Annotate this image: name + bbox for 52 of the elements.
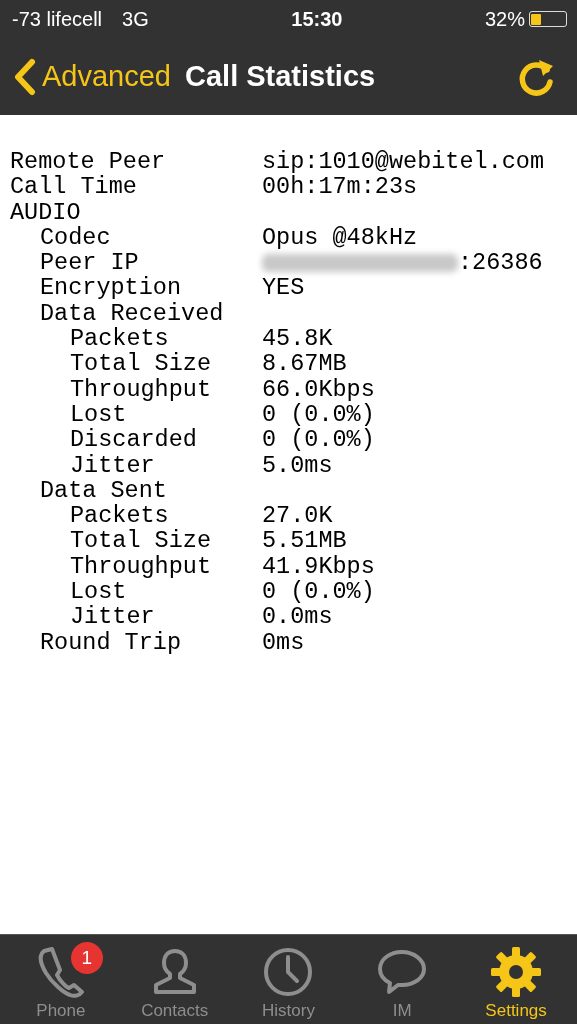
stat-label: Total Size <box>69 527 213 555</box>
stat-value: 00h:17m:23s <box>262 173 418 201</box>
tab-bar-item[interactable]: Settings <box>466 935 567 1024</box>
stat-label: Total Size <box>69 350 213 378</box>
stat-value: 8.67MB <box>262 350 347 378</box>
stat-label: Packets <box>69 325 169 353</box>
tab-bar-item[interactable]: Phone 1 <box>10 935 111 1024</box>
stat-value: 0 (0.0%) <box>262 400 375 428</box>
stat-value: 45.8K <box>262 325 333 353</box>
stat-value: 66.0Kbps <box>262 375 375 403</box>
back-link[interactable]: Advanced <box>14 57 171 96</box>
tab-bar-item[interactable]: History <box>238 935 339 1024</box>
stat-label: Throughput <box>69 375 213 403</box>
stat-label: Throughput <box>69 552 213 580</box>
stat-value: 5.51MB <box>262 527 347 555</box>
stat-label: AUDIO <box>10 198 82 226</box>
stat-label: Lost <box>69 400 127 428</box>
stat-label: Packets <box>69 502 169 530</box>
stat-value: sip:1010@webitel.com <box>262 148 545 175</box>
notification-badge: 1 <box>70 942 103 974</box>
network-type: 3G <box>122 7 149 31</box>
battery-icon <box>529 11 567 27</box>
chevron-left-icon <box>14 57 36 96</box>
stat-label: Discarded <box>69 426 198 454</box>
clock-time: 15:30 <box>291 7 343 31</box>
stat-label: Round Trip <box>39 628 183 656</box>
stat-value: Opus @48kHz <box>262 223 418 251</box>
stat-value: 0 (0.0%) <box>262 426 375 454</box>
stat-label: Lost <box>69 578 127 606</box>
stat-value: 27.0K <box>262 502 333 530</box>
stat-value: 0ms <box>262 628 305 656</box>
screen-title: Call Statistics <box>185 60 377 93</box>
tab-bar-item[interactable]: Contacts <box>124 935 225 1024</box>
carrier-signal: -73 lifecell <box>12 7 103 31</box>
stat-value: 41.9Kbps <box>262 552 375 580</box>
stat-value: :26386 <box>458 249 543 277</box>
stat-label: Remote Peer <box>10 148 167 175</box>
stat-label: Data Received <box>39 299 225 327</box>
stat-label: Peer IP <box>39 249 139 277</box>
stat-value: 0.0ms <box>262 603 333 631</box>
stat-value: 5.0ms <box>262 451 333 479</box>
stat-label: Data Sent <box>39 476 168 504</box>
tab-bar-item[interactable]: IM <box>352 935 453 1024</box>
stat-label: Codec <box>39 223 112 251</box>
stat-value: 0 (0.0%) <box>262 578 375 606</box>
stat-label: Jitter <box>69 451 156 479</box>
stat-label: Encryption <box>39 274 183 302</box>
battery-percent: 32% <box>484 7 525 31</box>
stat-value: YES <box>262 274 305 302</box>
stat-label: Jitter <box>69 603 156 631</box>
gear-icon <box>489 945 544 999</box>
stat-label: Call Time <box>10 173 138 201</box>
